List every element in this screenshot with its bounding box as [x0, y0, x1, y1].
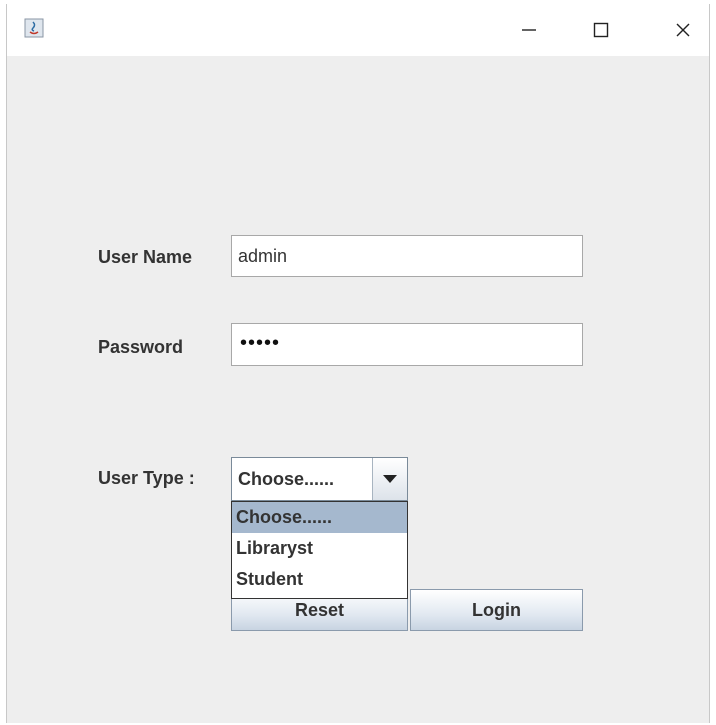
maximize-button[interactable] [573, 4, 629, 56]
usertype-combobox[interactable]: Choose...... [231, 457, 408, 501]
close-button[interactable] [655, 4, 711, 56]
usertype-selected-value: Choose...... [238, 469, 335, 489]
password-mask: ••••• [240, 332, 281, 354]
password-field[interactable]: ••••• [231, 323, 583, 366]
login-window: User Name Password ••••• User Type : Cho… [6, 4, 710, 723]
dropdown-option-student[interactable]: Student [232, 564, 407, 595]
dropdown-option-libraryst[interactable]: Libraryst [232, 533, 407, 564]
minimize-button[interactable] [501, 4, 557, 56]
minimize-icon [521, 22, 537, 38]
password-label: Password [98, 337, 184, 357]
usertype-dropdown-list: Choose...... Libraryst Student [231, 501, 408, 599]
login-button[interactable]: Login [410, 589, 583, 631]
usertype-label: User Type : [98, 468, 195, 488]
java-app-icon [24, 18, 44, 38]
username-field[interactable] [231, 235, 583, 277]
dropdown-option-choose[interactable]: Choose...... [232, 502, 407, 533]
combobox-arrow-button[interactable] [372, 458, 407, 500]
title-bar[interactable] [7, 4, 709, 56]
close-icon [675, 22, 691, 38]
maximize-icon [593, 22, 609, 38]
username-label: User Name [98, 247, 193, 267]
chevron-down-icon [383, 470, 397, 488]
